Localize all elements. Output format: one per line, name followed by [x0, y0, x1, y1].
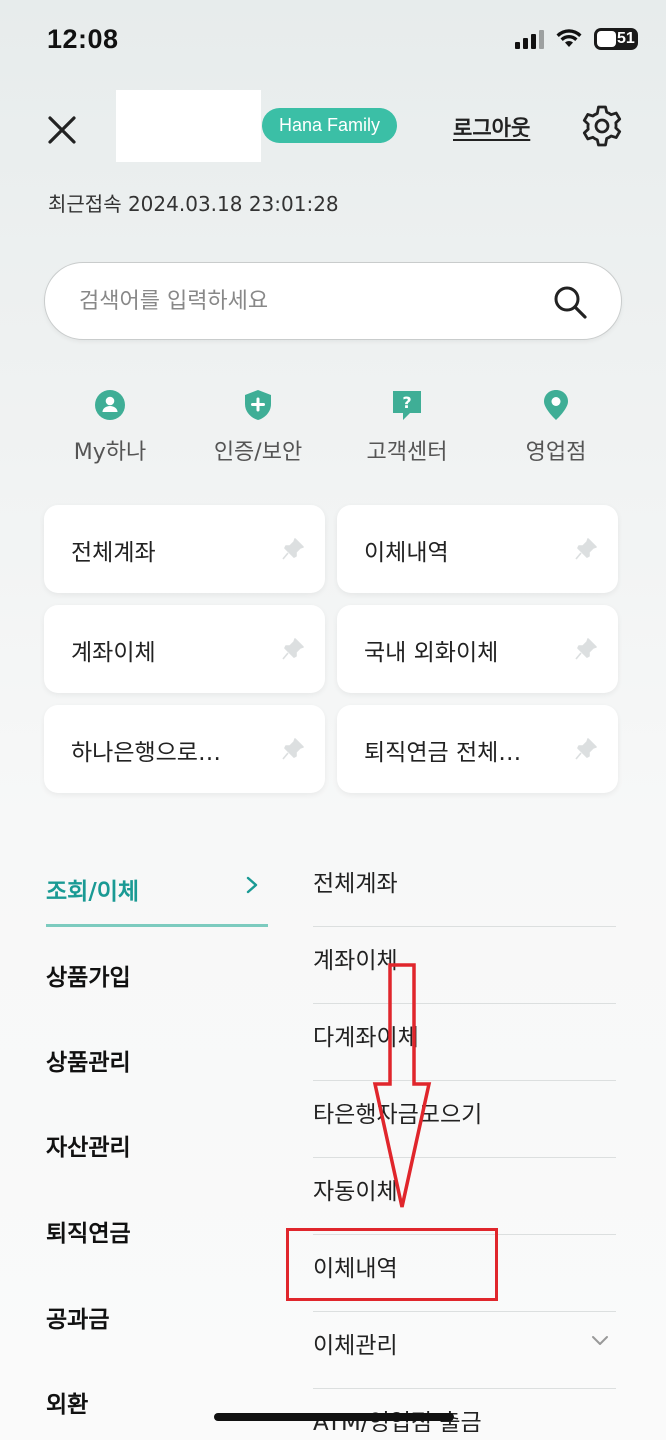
quick-label: My하나 [73, 440, 147, 465]
hana-family-badge[interactable]: Hana Family [262, 108, 398, 143]
category-inquiry-transfer[interactable]: 조회/이체 [46, 872, 268, 927]
category-retirement-pension[interactable]: 퇴직연금 [46, 1214, 268, 1248]
favorite-card[interactable]: 국내 외화이체 [337, 605, 618, 693]
pin-icon[interactable] [574, 537, 598, 561]
search-box[interactable] [44, 262, 622, 340]
submenu-label: 전체계좌 [313, 871, 398, 897]
category-product-manage[interactable]: 상품관리 [46, 1043, 268, 1077]
category-asset-manage[interactable]: 자산관리 [46, 1128, 268, 1162]
status-time: 12:08 [47, 24, 119, 54]
submenu-item[interactable]: 이체관리 [313, 1312, 616, 1389]
svg-text:?: ? [402, 393, 411, 412]
gear-icon[interactable] [578, 102, 626, 150]
last-access-time: 최근접속 2024.03.18 23:01:28 [48, 192, 339, 216]
favorite-card[interactable]: 이체내역 [337, 505, 618, 593]
chevron-right-icon [246, 876, 258, 894]
quick-menu: My하나 인증/보안 ? 고객센터 영업점 [0, 388, 666, 478]
status-icons: 51 [515, 28, 638, 50]
submenu-item[interactable]: 자동이체 [313, 1158, 616, 1235]
submenu-label: 이체관리 [313, 1333, 398, 1359]
submenu-item[interactable]: 다계좌이체 [313, 1004, 616, 1081]
category-utility-bills[interactable]: 공과금 [46, 1300, 268, 1334]
submenu-label: 자동이체 [313, 1179, 398, 1205]
submenu-item[interactable]: 계좌이체 [313, 927, 616, 1004]
category-label: 상품관리 [46, 1050, 131, 1076]
active-category-underline [46, 924, 268, 927]
status-bar: 12:08 51 [0, 0, 666, 84]
location-pin-icon [544, 390, 568, 420]
favorite-label: 하나은행으로… [71, 740, 221, 766]
favorite-card[interactable]: 퇴직연금 전체… [337, 705, 618, 793]
pin-icon[interactable] [574, 737, 598, 761]
quick-branch[interactable]: 영업점 [486, 388, 626, 466]
menu-header: Hana Family 로그아웃 [0, 90, 666, 165]
category-product-signup[interactable]: 상품가입 [46, 958, 268, 992]
favorite-label: 전체계좌 [71, 540, 156, 566]
favorite-card[interactable]: 하나은행으로… [44, 705, 325, 793]
pin-icon[interactable] [281, 637, 305, 661]
favorite-label: 계좌이체 [71, 640, 156, 666]
search-icon[interactable] [551, 283, 589, 321]
submenu-label: 타은행자금모으기 [313, 1102, 483, 1128]
wifi-icon [556, 29, 582, 47]
quick-label: 인증/보안 [213, 440, 303, 465]
quick-auth-security[interactable]: 인증/보안 [188, 388, 328, 466]
quick-label: 고객센터 [366, 440, 448, 465]
favorite-label: 국내 외화이체 [364, 640, 499, 666]
submenu-item-transfer-history[interactable]: 이체내역 [313, 1235, 616, 1312]
submenu-item[interactable]: 타은행자금모으기 [313, 1081, 616, 1158]
submenu-label: 다계좌이체 [313, 1025, 419, 1051]
pin-icon[interactable] [574, 637, 598, 661]
logout-button[interactable]: 로그아웃 [453, 112, 530, 142]
submenu-label: 계좌이체 [313, 948, 398, 974]
quick-customer-center[interactable]: ? 고객센터 [337, 388, 477, 466]
favorite-label: 이체내역 [364, 540, 449, 566]
category-label: 자산관리 [46, 1135, 131, 1161]
category-label: 상품가입 [46, 965, 131, 991]
chevron-down-icon[interactable] [590, 1334, 610, 1348]
battery-level: 51 [617, 30, 635, 47]
pin-icon[interactable] [281, 537, 305, 561]
help-chat-icon: ? [393, 391, 421, 420]
person-icon [95, 390, 125, 420]
category-label: 조회/이체 [46, 879, 140, 905]
cellular-signal-icon [515, 29, 544, 49]
favorite-label: 퇴직연금 전체… [364, 740, 522, 766]
quick-my-hana[interactable]: My하나 [40, 388, 180, 466]
shield-icon [245, 390, 271, 420]
submenu-label: 이체내역 [313, 1256, 398, 1282]
category-label: 퇴직연금 [46, 1221, 131, 1247]
quick-label: 영업점 [525, 440, 587, 465]
favorite-card[interactable]: 계좌이체 [44, 605, 325, 693]
close-icon[interactable] [40, 108, 84, 152]
submenu-item[interactable]: 전체계좌 [313, 850, 616, 927]
favorite-card[interactable]: 전체계좌 [44, 505, 325, 593]
search-input[interactable] [79, 283, 519, 319]
user-name-redacted [116, 90, 261, 162]
battery-icon: 51 [594, 28, 638, 50]
category-label: 공과금 [46, 1307, 110, 1333]
home-indicator[interactable] [214, 1413, 454, 1421]
category-label: 외환 [46, 1392, 89, 1418]
pin-icon[interactable] [281, 737, 305, 761]
